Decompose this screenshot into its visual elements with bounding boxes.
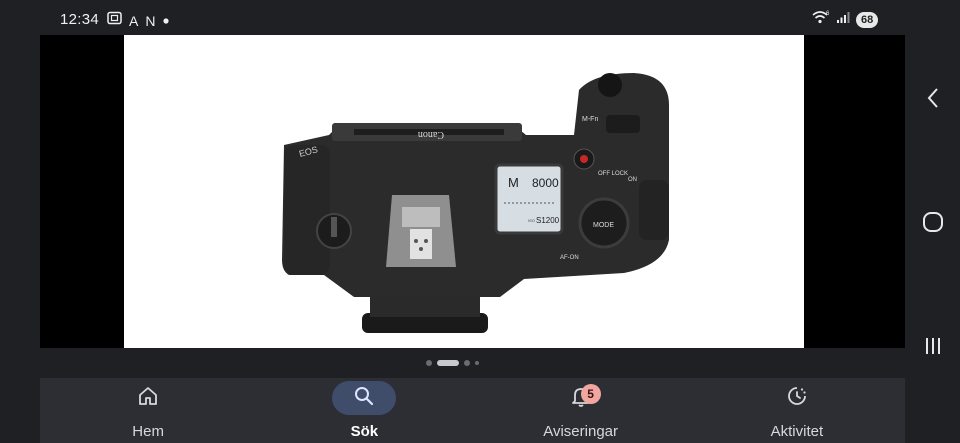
a-icon: A: [129, 12, 139, 29]
wifi-icon: 6: [812, 10, 830, 29]
off-lock-label: OFF LOCK: [598, 171, 628, 177]
pager-dot[interactable]: [426, 360, 432, 366]
n-icon: N: [145, 12, 156, 29]
back-icon[interactable]: [918, 83, 948, 113]
on-label: ON: [628, 177, 637, 183]
nav-pill: [549, 381, 613, 415]
af-on-label: AF-ON: [560, 255, 579, 261]
signal-icon: [836, 11, 850, 29]
search-icon: [353, 385, 375, 412]
wifi-label: 6: [826, 11, 830, 17]
image-pager: [0, 358, 905, 368]
screenshot-icon: [107, 11, 122, 30]
home-icon: [137, 385, 159, 412]
canon-camera-image: Canon EOS M 8000 ISO S1200 M-Fn OFF LOCK…: [282, 73, 669, 333]
recents-icon[interactable]: [918, 331, 948, 361]
activity-icon: [786, 385, 808, 412]
pager-dot[interactable]: [475, 361, 479, 365]
nav-item-activity[interactable]: Aktivitet: [689, 378, 905, 443]
lcd-mode-text: M: [508, 175, 519, 190]
nav-label: Aktivitet: [770, 423, 824, 440]
notification-badge: 5: [580, 384, 601, 404]
mfn-label: M-Fn: [582, 116, 598, 123]
image-viewer[interactable]: Canon EOS M 8000 ISO S1200 M-Fn OFF LOCK…: [40, 35, 905, 348]
status-bar: 12:34 A N 6 68: [0, 0, 905, 38]
nav-pill: [765, 381, 829, 415]
brand-text: Canon: [418, 129, 444, 140]
pager-dot[interactable]: [464, 360, 470, 366]
dot-icon: [162, 12, 170, 30]
nav-item-search[interactable]: Sök: [256, 378, 472, 443]
nav-pill: [116, 381, 180, 415]
status-time: 12:34: [60, 11, 100, 28]
nav-label: Hem: [132, 423, 164, 440]
lcd-iso-text: S1200: [536, 216, 560, 225]
home-circle-icon[interactable]: [918, 207, 948, 237]
lcd-value-text: 8000: [532, 176, 559, 190]
battery-badge: 68: [856, 11, 879, 28]
nav-item-home[interactable]: Hem: [40, 378, 256, 443]
lcd-iso-prefix: ISO: [528, 218, 535, 223]
bottom-navigation: Hem Sök 5 Aviseringar Aktivitet: [40, 378, 905, 443]
mode-label: MODE: [593, 222, 614, 229]
notification-icons: A N: [107, 11, 170, 30]
nav-label: Sök: [350, 423, 379, 440]
camera-photo: Canon EOS M 8000 ISO S1200 M-Fn OFF LOCK…: [124, 35, 804, 348]
pager-dot-active[interactable]: [437, 360, 459, 366]
system-navigation: [905, 0, 960, 443]
nav-label: Aviseringar: [543, 423, 618, 440]
status-right: 6 68: [812, 10, 879, 29]
nav-pill-active: [332, 381, 397, 415]
nav-item-notifications[interactable]: 5 Aviseringar: [473, 378, 689, 443]
